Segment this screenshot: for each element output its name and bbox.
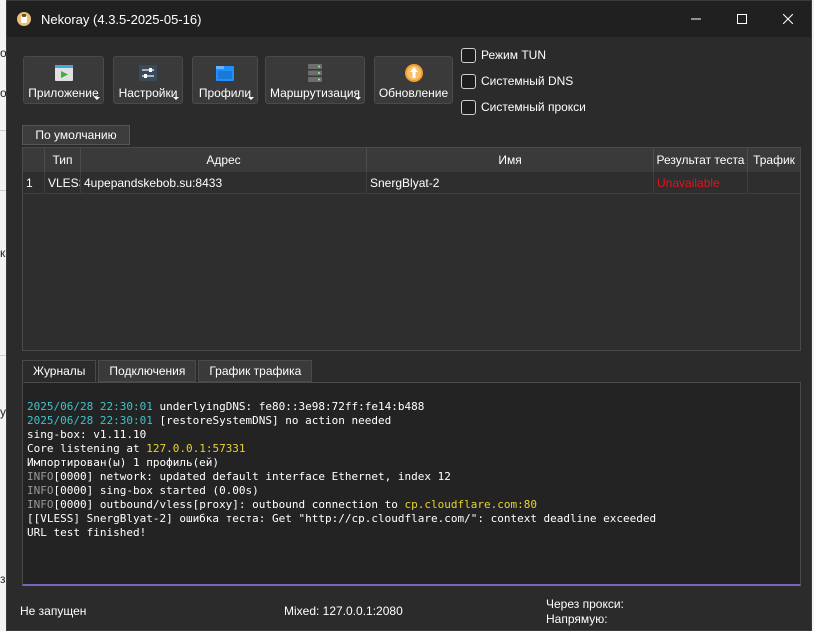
log-panel[interactable]: 2025/06/28 22:30:01 underlyingDNS: fe80:… xyxy=(22,382,801,586)
column-header-name[interactable]: Имя xyxy=(367,148,654,172)
checkbox-box[interactable] xyxy=(461,73,476,89)
log-segment: [0000] network: updated default interfac… xyxy=(53,470,451,483)
via-proxy-traffic: Через прокси: xyxy=(546,597,624,611)
log-segment: [[VLESS] SnergBlyat-2] ошибка теста: Get… xyxy=(27,512,657,525)
maximize-button[interactable] xyxy=(719,1,765,37)
log-line: 2025/06/28 22:30:01 underlyingDNS: fe80:… xyxy=(27,400,800,414)
log-segment: 2025/06/28 22:30:01 xyxy=(27,414,153,427)
nekoray-logo-icon xyxy=(17,12,31,26)
dropdown-arrow-icon xyxy=(94,97,100,100)
app-menu-button[interactable]: Приложение xyxy=(23,56,104,104)
log-segment: sing-box: v1.11.10 xyxy=(27,428,147,441)
system-dns-checkbox[interactable]: Системный DNS xyxy=(461,72,573,90)
minimize-icon xyxy=(691,18,701,20)
app-icon xyxy=(54,65,73,81)
system-proxy-checkbox[interactable]: Системный прокси xyxy=(461,98,586,116)
routing-server-icon xyxy=(308,64,322,82)
log-line: INFO[0000] network: updated default inte… xyxy=(27,470,800,484)
nekoray-window: Nekoray (4.3.5-2025-05-16) Приложение На… xyxy=(6,0,812,631)
tun-mode-label: Режим TUN xyxy=(481,48,546,62)
row-type: VLESS xyxy=(45,172,81,194)
table-header: Тип Адрес Имя Результат теста Трафик xyxy=(23,148,800,172)
system-proxy-label: Системный прокси xyxy=(481,100,586,114)
row-test-result: Unavailable xyxy=(654,172,748,194)
log-segment: [0000] sing-box started (0.00s) xyxy=(53,484,259,497)
settings-menu-label: Настройки xyxy=(118,86,178,100)
log-line: Импортирован(ы) 1 профиль(ей) xyxy=(27,456,800,470)
update-button[interactable]: Обновление xyxy=(374,56,453,104)
routing-menu-label: Маршрутизация xyxy=(269,86,361,100)
row-name: SnergBlyat-2 xyxy=(367,172,654,194)
log-segment: INFO xyxy=(27,470,54,483)
direct-traffic: Напрямую: xyxy=(546,612,608,626)
log-line: Core listening at 127.0.0.1:57331 xyxy=(27,442,800,456)
routing-menu-button[interactable]: Маршрутизация xyxy=(265,56,365,104)
column-header-test-result[interactable]: Результат теста xyxy=(654,148,748,172)
log-segment: Core listening at xyxy=(27,442,147,455)
maximize-icon xyxy=(737,14,747,24)
checkbox-box[interactable] xyxy=(461,47,476,63)
log-segment: INFO xyxy=(27,498,54,511)
mixed-port-status: Mixed: 127.0.0.1:2080 xyxy=(284,604,403,618)
app-menu-label: Приложение xyxy=(28,86,99,100)
log-line: URL test finished! xyxy=(27,526,800,540)
log-line: [[VLESS] SnergBlyat-2] ошибка теста: Get… xyxy=(27,512,800,526)
log-segment: URL test finished! xyxy=(27,526,147,539)
minimize-button[interactable] xyxy=(673,1,719,37)
log-line: INFO[0000] sing-box started (0.00s) xyxy=(27,484,800,498)
log-line: sing-box: v1.11.10 xyxy=(27,428,800,442)
tab-connections[interactable]: Подключения xyxy=(98,360,197,382)
tab-traffic-graph[interactable]: График трафика xyxy=(198,360,313,382)
group-tab-default[interactable]: По умолчанию xyxy=(22,125,130,145)
status-bar: Не запущен Mixed: 127.0.0.1:2080 Через п… xyxy=(7,591,811,631)
title-bar[interactable]: Nekoray (4.3.5-2025-05-16) xyxy=(7,1,811,37)
system-dns-label: Системный DNS xyxy=(481,74,574,88)
close-icon xyxy=(783,14,793,24)
log-segment: 127.0.0.1:57331 xyxy=(146,442,246,455)
row-address: 4upepandskebob.su:8433 xyxy=(81,172,367,194)
core-status: Не запущен xyxy=(20,604,87,618)
update-icon xyxy=(404,64,423,82)
table-row[interactable]: 1 VLESS 4upepandskebob.su:8433 SnergBlya… xyxy=(23,172,800,194)
log-line: 2025/06/28 22:30:01 [restoreSystemDNS] n… xyxy=(27,414,800,428)
settings-icon xyxy=(139,65,157,81)
dropdown-arrow-icon xyxy=(173,97,179,100)
log-segment: 2025/06/28 22:30:01 xyxy=(27,400,153,413)
profiles-menu-button[interactable]: Профили xyxy=(192,56,258,104)
tun-mode-checkbox[interactable]: Режим TUN xyxy=(461,46,546,64)
background-fragment: к xyxy=(0,246,6,260)
checkbox-box[interactable] xyxy=(461,99,476,115)
close-button[interactable] xyxy=(765,1,811,37)
log-line: INFO[0000] outbound/vless[proxy]: outbou… xyxy=(27,498,800,512)
settings-menu-button[interactable]: Настройки xyxy=(113,56,183,104)
update-label: Обновление xyxy=(378,86,449,100)
dropdown-arrow-icon xyxy=(355,97,361,100)
log-segment: [0000] outbound/vless[proxy]: outbound c… xyxy=(53,498,405,511)
log-segment: [restoreSystemDNS] no action needed xyxy=(152,414,392,427)
column-header-index[interactable] xyxy=(23,148,45,172)
window-title: Nekoray (4.3.5-2025-05-16) xyxy=(41,11,202,27)
log-segment: INFO xyxy=(27,484,54,497)
bottom-tab-bar: Журналы Подключения График трафика xyxy=(22,360,314,382)
log-segment: underlyingDNS: fe80::3e98:72ff:fe14:b488 xyxy=(152,400,425,413)
row-index: 1 xyxy=(23,172,45,194)
profiles-icon xyxy=(216,66,234,81)
dropdown-arrow-icon xyxy=(248,97,254,100)
column-header-address[interactable]: Адрес xyxy=(81,148,367,172)
column-header-type[interactable]: Тип xyxy=(45,148,81,172)
log-segment: Импортирован(ы) 1 профиль(ей) xyxy=(27,456,220,469)
column-header-traffic[interactable]: Трафик xyxy=(748,148,800,172)
profiles-table: Тип Адрес Имя Результат теста Трафик 1 V… xyxy=(22,147,801,351)
tab-logs[interactable]: Журналы xyxy=(22,360,97,382)
row-traffic xyxy=(748,172,800,194)
log-segment: cp.cloudflare.com:80 xyxy=(404,498,537,511)
